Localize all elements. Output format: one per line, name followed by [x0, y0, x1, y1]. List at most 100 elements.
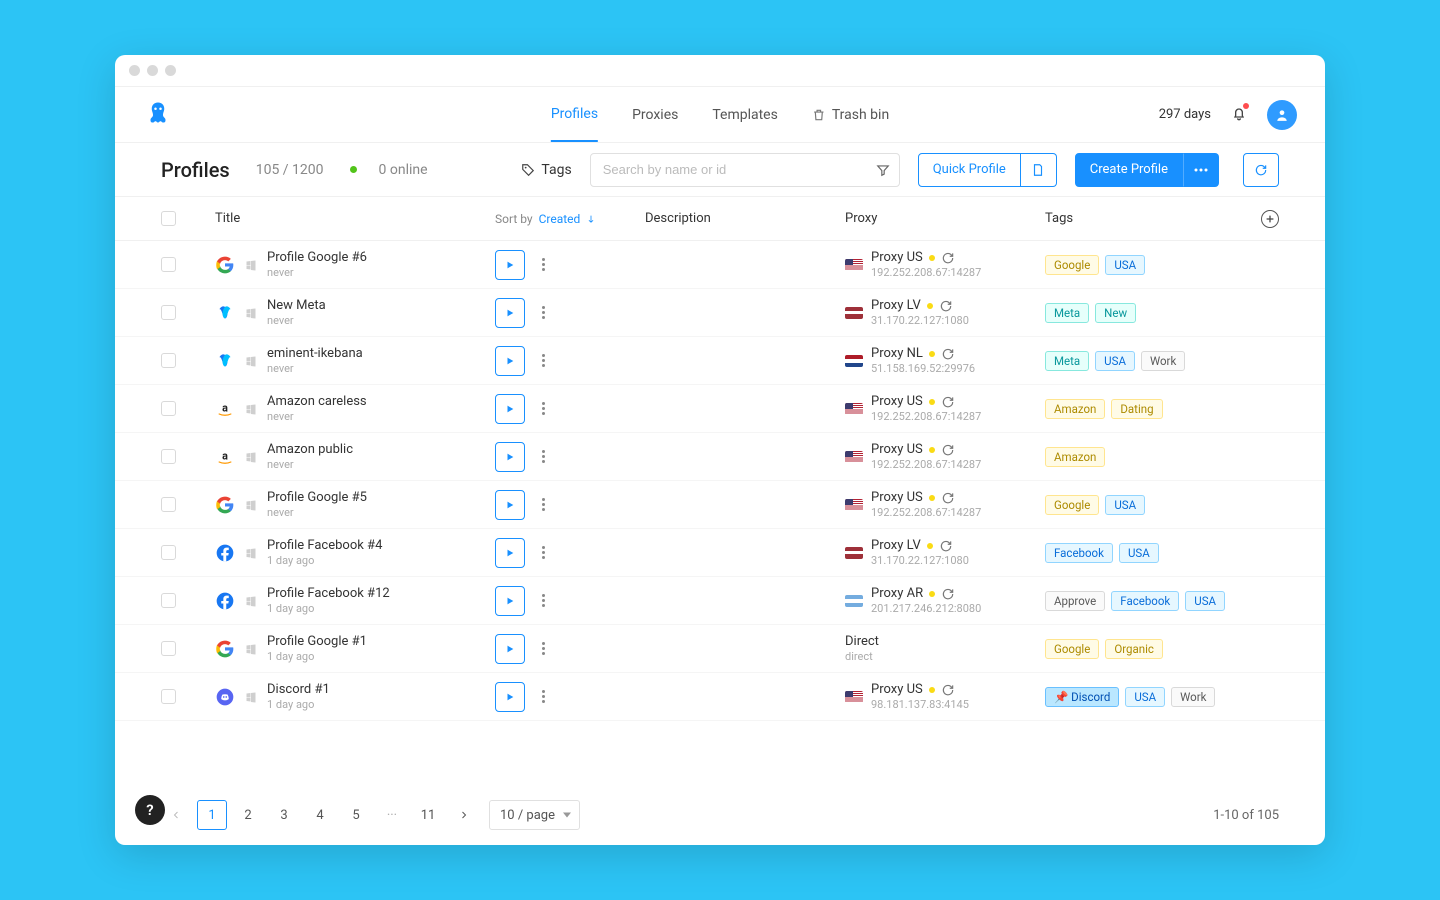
- start-profile-button[interactable]: [495, 442, 525, 472]
- proxy-name[interactable]: Proxy LV: [871, 538, 969, 553]
- row-menu-button[interactable]: [535, 305, 551, 321]
- start-profile-button[interactable]: [495, 394, 525, 424]
- help-button[interactable]: ?: [135, 795, 165, 825]
- row-menu-button[interactable]: [535, 497, 551, 513]
- tag-chip[interactable]: Work: [1141, 351, 1185, 371]
- proxy-name[interactable]: Proxy NL: [871, 346, 975, 361]
- tag-chip[interactable]: Meta: [1045, 351, 1089, 371]
- row-checkbox[interactable]: [161, 353, 176, 368]
- tag-chip[interactable]: Approve: [1045, 591, 1105, 611]
- pager-page-3[interactable]: 3: [269, 800, 299, 830]
- col-tags[interactable]: Tags: [1045, 211, 1239, 226]
- proxy-name[interactable]: Proxy LV: [871, 298, 969, 313]
- profile-title[interactable]: Profile Facebook #4: [267, 538, 382, 553]
- quick-profile-template-button[interactable]: [1021, 153, 1057, 187]
- row-menu-button[interactable]: [535, 353, 551, 369]
- tag-chip[interactable]: Google: [1045, 495, 1099, 515]
- col-description[interactable]: Description: [645, 211, 845, 226]
- tag-chip[interactable]: Organic: [1105, 639, 1163, 659]
- pager-page-4[interactable]: 4: [305, 800, 335, 830]
- proxy-check-icon[interactable]: [941, 347, 955, 361]
- proxy-check-icon[interactable]: [941, 683, 955, 697]
- proxy-name[interactable]: Proxy US: [871, 442, 981, 457]
- tags-filter-button[interactable]: Tags: [521, 162, 571, 178]
- row-menu-button[interactable]: [535, 689, 551, 705]
- traffic-light-max[interactable]: [165, 65, 176, 76]
- start-profile-button[interactable]: [495, 586, 525, 616]
- tag-chip[interactable]: USA: [1105, 255, 1145, 275]
- proxy-name[interactable]: Direct: [845, 634, 879, 649]
- notifications-button[interactable]: [1231, 105, 1247, 125]
- start-profile-button[interactable]: [495, 634, 525, 664]
- proxy-check-icon[interactable]: [941, 443, 955, 457]
- row-menu-button[interactable]: [535, 593, 551, 609]
- profile-title[interactable]: eminent-ikebana: [267, 346, 363, 361]
- profile-title[interactable]: Profile Google #5: [267, 490, 367, 505]
- tag-chip[interactable]: Amazon: [1045, 399, 1105, 419]
- proxy-check-icon[interactable]: [939, 539, 953, 553]
- create-profile-button[interactable]: Create Profile: [1075, 153, 1183, 187]
- row-menu-button[interactable]: [535, 257, 551, 273]
- pager-prev[interactable]: [161, 800, 191, 830]
- pager-page-5[interactable]: 5: [341, 800, 371, 830]
- row-checkbox[interactable]: [161, 689, 176, 704]
- pager-page-2[interactable]: 2: [233, 800, 263, 830]
- nav-tab-templates[interactable]: Templates: [712, 88, 778, 142]
- traffic-light-min[interactable]: [147, 65, 158, 76]
- row-menu-button[interactable]: [535, 401, 551, 417]
- start-profile-button[interactable]: [495, 346, 525, 376]
- user-avatar[interactable]: [1267, 100, 1297, 130]
- tag-chip[interactable]: New: [1095, 303, 1136, 323]
- row-checkbox[interactable]: [161, 305, 176, 320]
- tag-chip[interactable]: Google: [1045, 255, 1099, 275]
- row-menu-button[interactable]: [535, 641, 551, 657]
- proxy-name[interactable]: Proxy US: [871, 682, 969, 697]
- pager-next[interactable]: [449, 800, 479, 830]
- row-checkbox[interactable]: [161, 257, 176, 272]
- row-checkbox[interactable]: [161, 401, 176, 416]
- row-menu-button[interactable]: [535, 545, 551, 561]
- tag-chip[interactable]: Google: [1045, 639, 1099, 659]
- row-checkbox[interactable]: [161, 449, 176, 464]
- start-profile-button[interactable]: [495, 490, 525, 520]
- per-page-select[interactable]: 10 / page: [489, 800, 580, 830]
- quick-profile-button[interactable]: Quick Profile: [918, 153, 1021, 187]
- tag-chip[interactable]: Work: [1171, 687, 1215, 707]
- row-checkbox[interactable]: [161, 593, 176, 608]
- col-proxy[interactable]: Proxy: [845, 211, 1045, 226]
- start-profile-button[interactable]: [495, 250, 525, 280]
- tag-chip[interactable]: USA: [1105, 495, 1145, 515]
- nav-tab-proxies[interactable]: Proxies: [632, 88, 678, 142]
- row-checkbox[interactable]: [161, 497, 176, 512]
- profile-title[interactable]: Amazon public: [267, 442, 353, 457]
- tag-chip[interactable]: Dating: [1111, 399, 1162, 419]
- proxy-check-icon[interactable]: [939, 299, 953, 313]
- col-title[interactable]: Title: [215, 211, 495, 226]
- proxy-name[interactable]: Proxy AR: [871, 586, 981, 601]
- proxy-check-icon[interactable]: [941, 251, 955, 265]
- tag-chip[interactable]: Facebook: [1045, 543, 1113, 563]
- proxy-check-icon[interactable]: [941, 587, 955, 601]
- tag-chip[interactable]: USA: [1095, 351, 1135, 371]
- start-profile-button[interactable]: [495, 682, 525, 712]
- profile-title[interactable]: Amazon careless: [267, 394, 367, 409]
- profile-title[interactable]: Profile Facebook #12: [267, 586, 390, 601]
- tag-chip[interactable]: USA: [1125, 687, 1165, 707]
- col-sort[interactable]: Sort by Created: [495, 212, 645, 226]
- select-all-checkbox[interactable]: [161, 211, 176, 226]
- traffic-light-close[interactable]: [129, 65, 140, 76]
- refresh-button[interactable]: [1243, 153, 1279, 187]
- profile-title[interactable]: Profile Google #6: [267, 250, 367, 265]
- tag-chip[interactable]: Amazon: [1045, 447, 1105, 467]
- pager-page-1[interactable]: 1: [197, 800, 227, 830]
- search-input[interactable]: [590, 153, 900, 187]
- profile-title[interactable]: Discord #1: [267, 682, 330, 697]
- add-column-button[interactable]: [1261, 210, 1279, 228]
- profile-title[interactable]: New Meta: [267, 298, 326, 313]
- nav-tab-trash-bin[interactable]: Trash bin: [812, 88, 889, 142]
- tag-chip[interactable]: Facebook: [1111, 591, 1179, 611]
- row-checkbox[interactable]: [161, 545, 176, 560]
- tag-chip[interactable]: USA: [1119, 543, 1159, 563]
- pager-page-11[interactable]: 11: [413, 800, 443, 830]
- tag-chip[interactable]: Meta: [1045, 303, 1089, 323]
